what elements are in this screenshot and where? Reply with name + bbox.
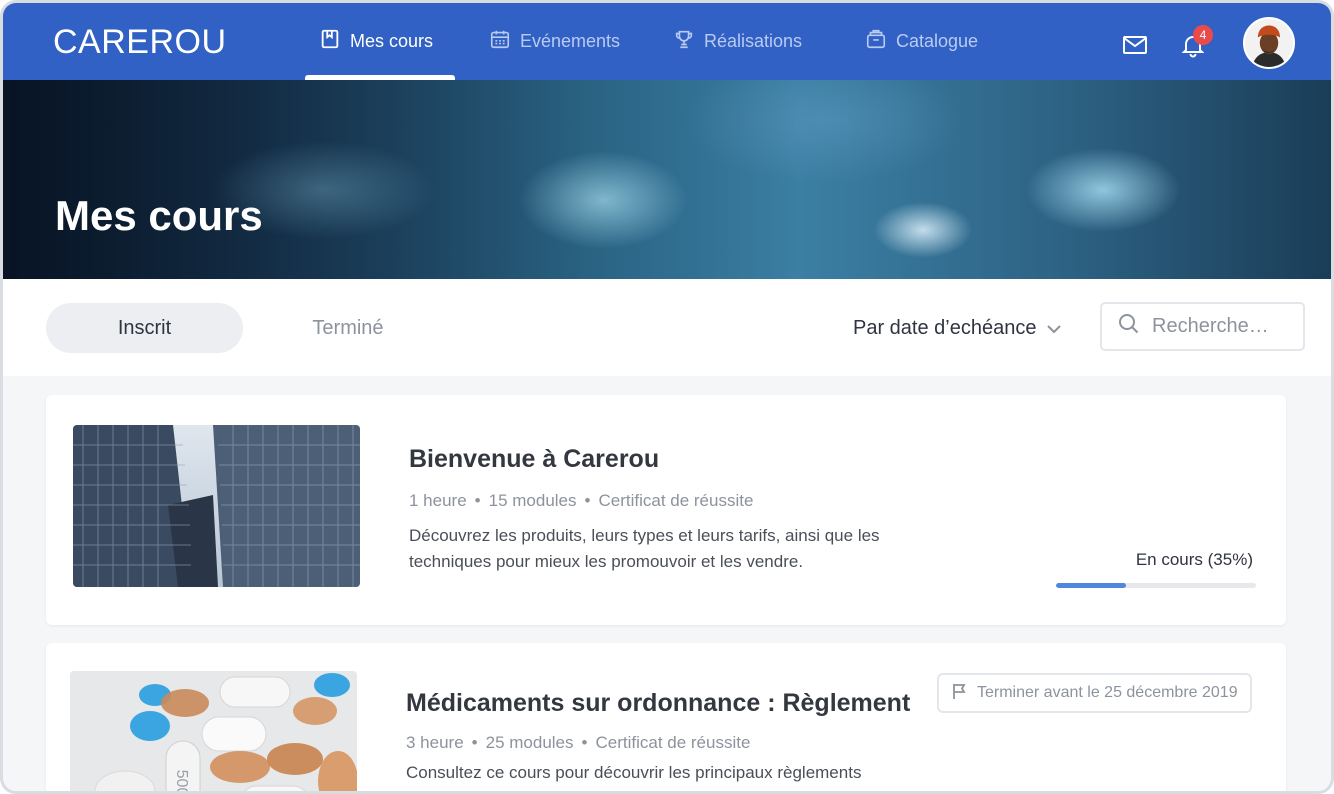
course-modules: 15 modules <box>488 491 577 510</box>
progress-bar <box>1056 583 1256 588</box>
meta-separator: • <box>584 491 591 510</box>
trophy-icon <box>673 28 695 55</box>
sort-dropdown[interactable]: Par date d’echéance <box>853 303 1062 353</box>
course-card[interactable]: 500 Médicaments sur ordonnance : Règleme… <box>46 643 1286 794</box>
chevron-down-icon <box>1046 317 1062 340</box>
course-thumbnail: 500 <box>70 671 357 794</box>
course-title[interactable]: Bienvenue à Carerou <box>409 445 659 474</box>
meta-separator: • <box>471 733 478 752</box>
notification-badge: 4 <box>1193 25 1213 45</box>
course-status: En cours (35%) <box>1135 550 1253 569</box>
tab-termine[interactable]: Terminé <box>293 303 403 353</box>
course-modules: 25 modules <box>485 733 574 752</box>
course-card[interactable]: Bienvenue à Carerou 1 heure • 15 modules… <box>46 395 1286 625</box>
filter-bar: Inscrit Terminé Par date d’echéance <box>3 279 1331 376</box>
sort-label: Par date d’echéance <box>853 316 1037 339</box>
deadline-text: Terminer avant le 25 décembre 2019 <box>977 684 1238 701</box>
deadline-badge: Terminer avant le 25 décembre 2019 <box>937 673 1252 713</box>
nav-item-mes-cours[interactable]: Mes cours <box>319 3 433 80</box>
course-duration: 1 heure <box>409 491 467 510</box>
nav-item-label: Evénements <box>520 31 621 51</box>
search-input[interactable] <box>1152 315 1292 338</box>
catalog-icon <box>865 28 887 55</box>
meta-separator: • <box>474 491 481 510</box>
course-certificate: Certificat de réussite <box>598 491 754 510</box>
nav-item-realisations[interactable]: Réalisations <box>673 3 802 80</box>
course-meta: 1 heure • 15 modules • Certificat de réu… <box>409 491 753 511</box>
nav-item-catalogue[interactable]: Catalogue <box>865 3 978 80</box>
search-box <box>1100 302 1305 351</box>
flag-icon <box>951 682 969 705</box>
tab-inscrit[interactable]: Inscrit <box>46 303 243 353</box>
course-certificate: Certificat de réussite <box>595 733 751 752</box>
course-description: Découvrez les produits, leurs types et l… <box>409 526 880 571</box>
avatar[interactable] <box>1243 17 1295 69</box>
page-title: Mes cours <box>55 192 263 239</box>
course-title[interactable]: Médicaments sur ordonnance : Règlement <box>406 689 910 718</box>
course-description: Consultez ce cours pour découvrir les pr… <box>406 763 862 782</box>
course-meta: 3 heure • 25 modules • Certificat de réu… <box>406 733 750 753</box>
top-navigation: CAREROU Mes cours Evénements Réalisation… <box>3 3 1331 80</box>
calendar-icon <box>489 28 511 55</box>
nav-item-label: Mes cours <box>350 31 434 51</box>
book-icon <box>319 28 341 55</box>
svg-text:500: 500 <box>173 770 190 794</box>
mail-icon[interactable] <box>1121 31 1149 59</box>
app-window: CAREROU Mes cours Evénements Réalisation… <box>0 0 1334 794</box>
course-thumbnail <box>73 425 360 587</box>
nav-item-label: Réalisations <box>704 31 803 51</box>
search-icon <box>1118 313 1140 340</box>
meta-separator: • <box>581 733 588 752</box>
nav-item-evenements[interactable]: Evénements <box>489 3 620 80</box>
nav-item-label: Catalogue <box>896 31 979 51</box>
brand-logo[interactable]: CAREROU <box>53 23 227 62</box>
hero-banner: Mes cours <box>3 80 1331 279</box>
course-duration: 3 heure <box>406 733 464 752</box>
progress-fill <box>1056 583 1126 588</box>
